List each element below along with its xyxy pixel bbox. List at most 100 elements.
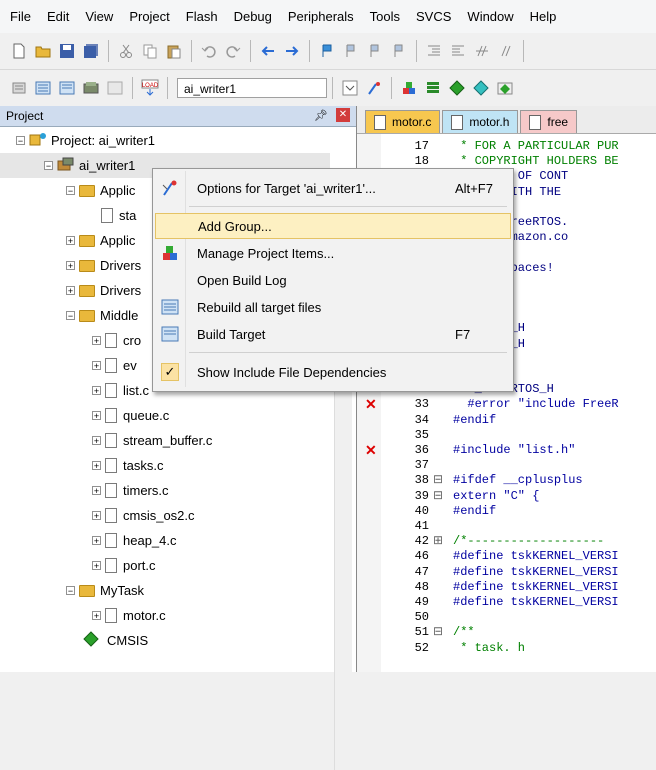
- prev-bookmark-icon[interactable]: [342, 42, 360, 60]
- fold-marker[interactable]: ⊟: [433, 474, 443, 486]
- menu-project[interactable]: Project: [121, 6, 177, 28]
- expand-icon[interactable]: +: [66, 286, 75, 296]
- tree-item-file[interactable]: + heap_4.c: [0, 528, 330, 553]
- expand-icon[interactable]: +: [92, 386, 101, 396]
- menu-help[interactable]: Help: [522, 6, 565, 28]
- nav-forward-icon[interactable]: [283, 42, 301, 60]
- expand-icon[interactable]: +: [92, 536, 101, 546]
- expand-icon[interactable]: +: [92, 511, 101, 521]
- tree-item-project[interactable]: − Project: ai_writer1: [0, 128, 330, 153]
- expand-icon[interactable]: +: [92, 486, 101, 496]
- fold-marker[interactable]: ⊟: [433, 626, 443, 638]
- menu-item-options-for-target[interactable]: Options for Target 'ai_writer1'... Alt+F…: [155, 175, 511, 201]
- copy-icon[interactable]: [141, 42, 159, 60]
- tree-item-file[interactable]: + stream_buffer.c: [0, 428, 330, 453]
- tree-item-file[interactable]: + queue.c: [0, 403, 330, 428]
- save-icon[interactable]: [58, 42, 76, 60]
- pin-icon[interactable]: 📌︎: [314, 109, 328, 122]
- tree-item-file[interactable]: + tasks.c: [0, 453, 330, 478]
- menu-item-add-group[interactable]: Add Group...: [155, 213, 511, 239]
- error-icon[interactable]: ✕: [365, 442, 377, 459]
- batch-build-icon[interactable]: [82, 79, 100, 97]
- menu-debug[interactable]: Debug: [226, 6, 280, 28]
- cut-icon[interactable]: [117, 42, 135, 60]
- menu-edit[interactable]: Edit: [39, 6, 77, 28]
- expand-icon[interactable]: +: [92, 336, 101, 346]
- tab-free[interactable]: free: [520, 110, 578, 133]
- redo-icon[interactable]: [224, 42, 242, 60]
- menu-item-manage-project-items[interactable]: Manage Project Items...: [155, 240, 511, 266]
- tab-motor-h[interactable]: motor.h: [442, 110, 519, 133]
- fold-marker[interactable]: ⊞: [433, 535, 443, 547]
- target-options-icon: [161, 179, 179, 197]
- menu-view[interactable]: View: [77, 6, 121, 28]
- tree-item-file[interactable]: + cmsis_os2.c: [0, 503, 330, 528]
- open-folder-icon[interactable]: [34, 42, 52, 60]
- expand-icon[interactable]: +: [92, 611, 101, 621]
- line-number: 38: [414, 473, 429, 488]
- target-select[interactable]: ai_writer1: [177, 78, 327, 98]
- menu-peripherals[interactable]: Peripherals: [280, 6, 362, 28]
- select-packs-icon[interactable]: [448, 79, 466, 97]
- new-file-icon[interactable]: [10, 42, 28, 60]
- menu-item-rebuild-all[interactable]: Rebuild all target files: [155, 294, 511, 320]
- tree-item-folder[interactable]: − MyTask: [0, 578, 330, 603]
- expand-icon[interactable]: +: [92, 361, 101, 371]
- expand-icon[interactable]: +: [92, 461, 101, 471]
- menu-item-show-include-deps[interactable]: ✓ Show Include File Dependencies: [155, 359, 511, 385]
- undo-icon[interactable]: [200, 42, 218, 60]
- collapse-icon[interactable]: −: [16, 136, 25, 146]
- menu-item-open-build-log[interactable]: Open Build Log: [155, 267, 511, 293]
- menu-window[interactable]: Window: [459, 6, 521, 28]
- close-icon[interactable]: ✕: [336, 108, 350, 122]
- manage-components-icon: [161, 244, 179, 262]
- context-menu: Options for Target 'ai_writer1'... Alt+F…: [152, 168, 514, 392]
- expand-icon[interactable]: +: [92, 436, 101, 446]
- manage-components-icon[interactable]: [400, 79, 418, 97]
- tab-motor-c[interactable]: motor.c: [365, 110, 441, 133]
- error-icon[interactable]: ✕: [365, 396, 377, 413]
- translate-icon[interactable]: [10, 79, 28, 97]
- clear-bookmarks-icon[interactable]: [390, 42, 408, 60]
- tree-item-label: Project: ai_writer1: [51, 133, 156, 148]
- nav-back-icon[interactable]: [259, 42, 277, 60]
- fold-marker[interactable]: ⊟: [433, 490, 443, 502]
- menu-flash[interactable]: Flash: [178, 6, 226, 28]
- tree-item-cmsis[interactable]: CMSIS: [0, 628, 330, 653]
- stop-build-icon[interactable]: [106, 79, 124, 97]
- expand-icon[interactable]: +: [66, 236, 75, 246]
- toolbar-separator: [391, 77, 392, 99]
- target-options-icon[interactable]: [365, 79, 383, 97]
- tree-item-file[interactable]: + port.c: [0, 553, 330, 578]
- tree-item-file[interactable]: + motor.c: [0, 603, 330, 628]
- dropdown-arrow-icon[interactable]: [341, 79, 359, 97]
- paste-icon[interactable]: [165, 42, 183, 60]
- menu-item-build-target[interactable]: Build Target F7: [155, 321, 511, 347]
- collapse-icon[interactable]: −: [66, 586, 75, 596]
- indent-icon[interactable]: [425, 42, 443, 60]
- download-icon[interactable]: LOAD: [141, 79, 159, 97]
- tree-item-file[interactable]: + timers.c: [0, 478, 330, 503]
- expand-icon[interactable]: +: [92, 561, 101, 571]
- expand-icon[interactable]: +: [92, 411, 101, 421]
- menu-svcs[interactable]: SVCS: [408, 6, 459, 28]
- file-extensions-icon[interactable]: [424, 79, 442, 97]
- tree-item-label: timers.c: [123, 483, 169, 498]
- uncomment-icon[interactable]: [497, 42, 515, 60]
- expand-icon[interactable]: +: [66, 261, 75, 271]
- bookmark-icon[interactable]: [318, 42, 336, 60]
- build-icon[interactable]: [34, 79, 52, 97]
- collapse-icon[interactable]: −: [66, 186, 75, 196]
- code-line: 37: [357, 459, 656, 471]
- rebuild-icon[interactable]: [58, 79, 76, 97]
- save-all-icon[interactable]: [82, 42, 100, 60]
- next-bookmark-icon[interactable]: [366, 42, 384, 60]
- collapse-icon[interactable]: −: [66, 311, 75, 321]
- run-time-env-icon[interactable]: [496, 79, 514, 97]
- comment-icon[interactable]: [473, 42, 491, 60]
- collapse-icon[interactable]: −: [44, 161, 53, 171]
- menu-tools[interactable]: Tools: [362, 6, 408, 28]
- menu-file[interactable]: File: [0, 6, 39, 28]
- pack-installer-icon[interactable]: [472, 79, 490, 97]
- unindent-icon[interactable]: [449, 42, 467, 60]
